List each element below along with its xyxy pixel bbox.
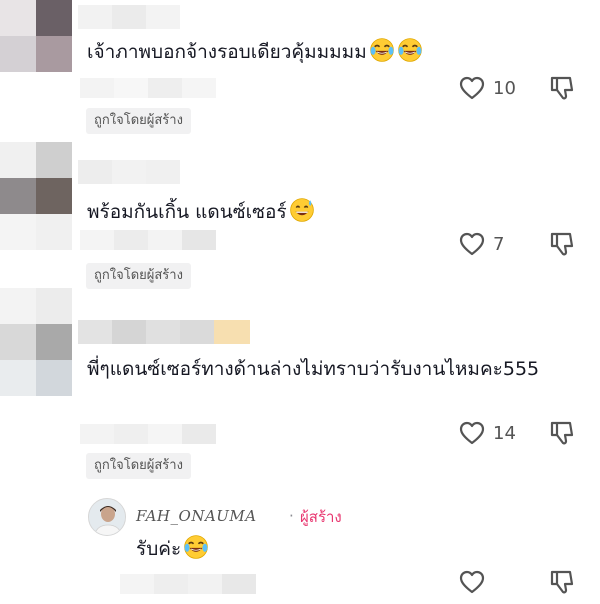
reply-author-name[interactable]: FAH_ONAUMA <box>136 507 257 525</box>
creator-photo <box>89 499 125 535</box>
comment-1-meta <box>80 78 216 98</box>
thumbs-down-outline-icon <box>550 76 574 100</box>
comment-1-like-count: 10 <box>493 77 516 99</box>
face-with-tears-of-joy-emoji <box>397 38 422 62</box>
reply-dislike-button[interactable] <box>548 568 576 596</box>
comment-2-like-button[interactable]: 7 <box>459 232 504 256</box>
comment-3-liked-by-creator: ถูกใจโดยผู้สร้าง <box>86 453 191 479</box>
reply-like-button[interactable] <box>459 570 485 594</box>
creator-badge: ผู้สร้าง <box>300 508 342 526</box>
thumbs-down-outline-icon <box>550 232 574 256</box>
reply-meta <box>120 574 256 594</box>
comment-3-username[interactable] <box>78 320 250 344</box>
comment-3-like-button[interactable]: 14 <box>459 421 516 445</box>
comment-2-liked-by-creator: ถูกใจโดยผู้สร้าง <box>86 263 191 289</box>
comment-1-text: เจ้าภาพบอกจ้างรอบเดียวคุ้มมมมม <box>87 33 423 71</box>
comment-2-meta <box>80 230 216 250</box>
comment-2-username[interactable] <box>78 160 180 184</box>
comment-1-username[interactable] <box>78 5 180 29</box>
comment-1-like-button[interactable]: 10 <box>459 76 516 100</box>
comment-2-avatar[interactable] <box>0 142 72 250</box>
thumbs-down-outline-icon <box>550 570 574 594</box>
comment-3-dislike-button[interactable] <box>548 419 576 447</box>
comment-2-dislike-button[interactable] <box>548 230 576 258</box>
heart-outline-icon <box>459 232 485 256</box>
comment-3-text: พี่ๆแดนซ์เซอร์ทางด้านล่างไม่ทราบว่ารับงา… <box>87 358 540 380</box>
comment-1-dislike-button[interactable] <box>548 74 576 102</box>
comment-2-like-count: 7 <box>493 233 505 255</box>
face-with-tears-of-joy-emoji <box>184 535 208 559</box>
reply-avatar[interactable] <box>88 498 126 536</box>
grinning-face-with-sweat-emoji <box>289 198 314 222</box>
comment-1-liked-by-creator: ถูกใจโดยผู้สร้าง <box>86 108 191 134</box>
face-with-tears-of-joy-emoji <box>369 38 394 62</box>
comment-3-meta <box>80 424 216 444</box>
comment-2-text: พร้อมกันเกิ้น แดนซ์เซอร์ <box>87 193 315 231</box>
thumbs-down-outline-icon <box>550 421 574 445</box>
heart-outline-icon <box>459 570 485 594</box>
reply-text: รับค่ะ <box>136 530 209 568</box>
comment-1-avatar[interactable] <box>0 0 72 72</box>
comment-3-like-count: 14 <box>493 422 516 444</box>
heart-outline-icon <box>459 421 485 445</box>
comment-3-avatar[interactable] <box>0 288 72 396</box>
heart-outline-icon <box>459 76 485 100</box>
reply-separator: · <box>289 507 294 525</box>
